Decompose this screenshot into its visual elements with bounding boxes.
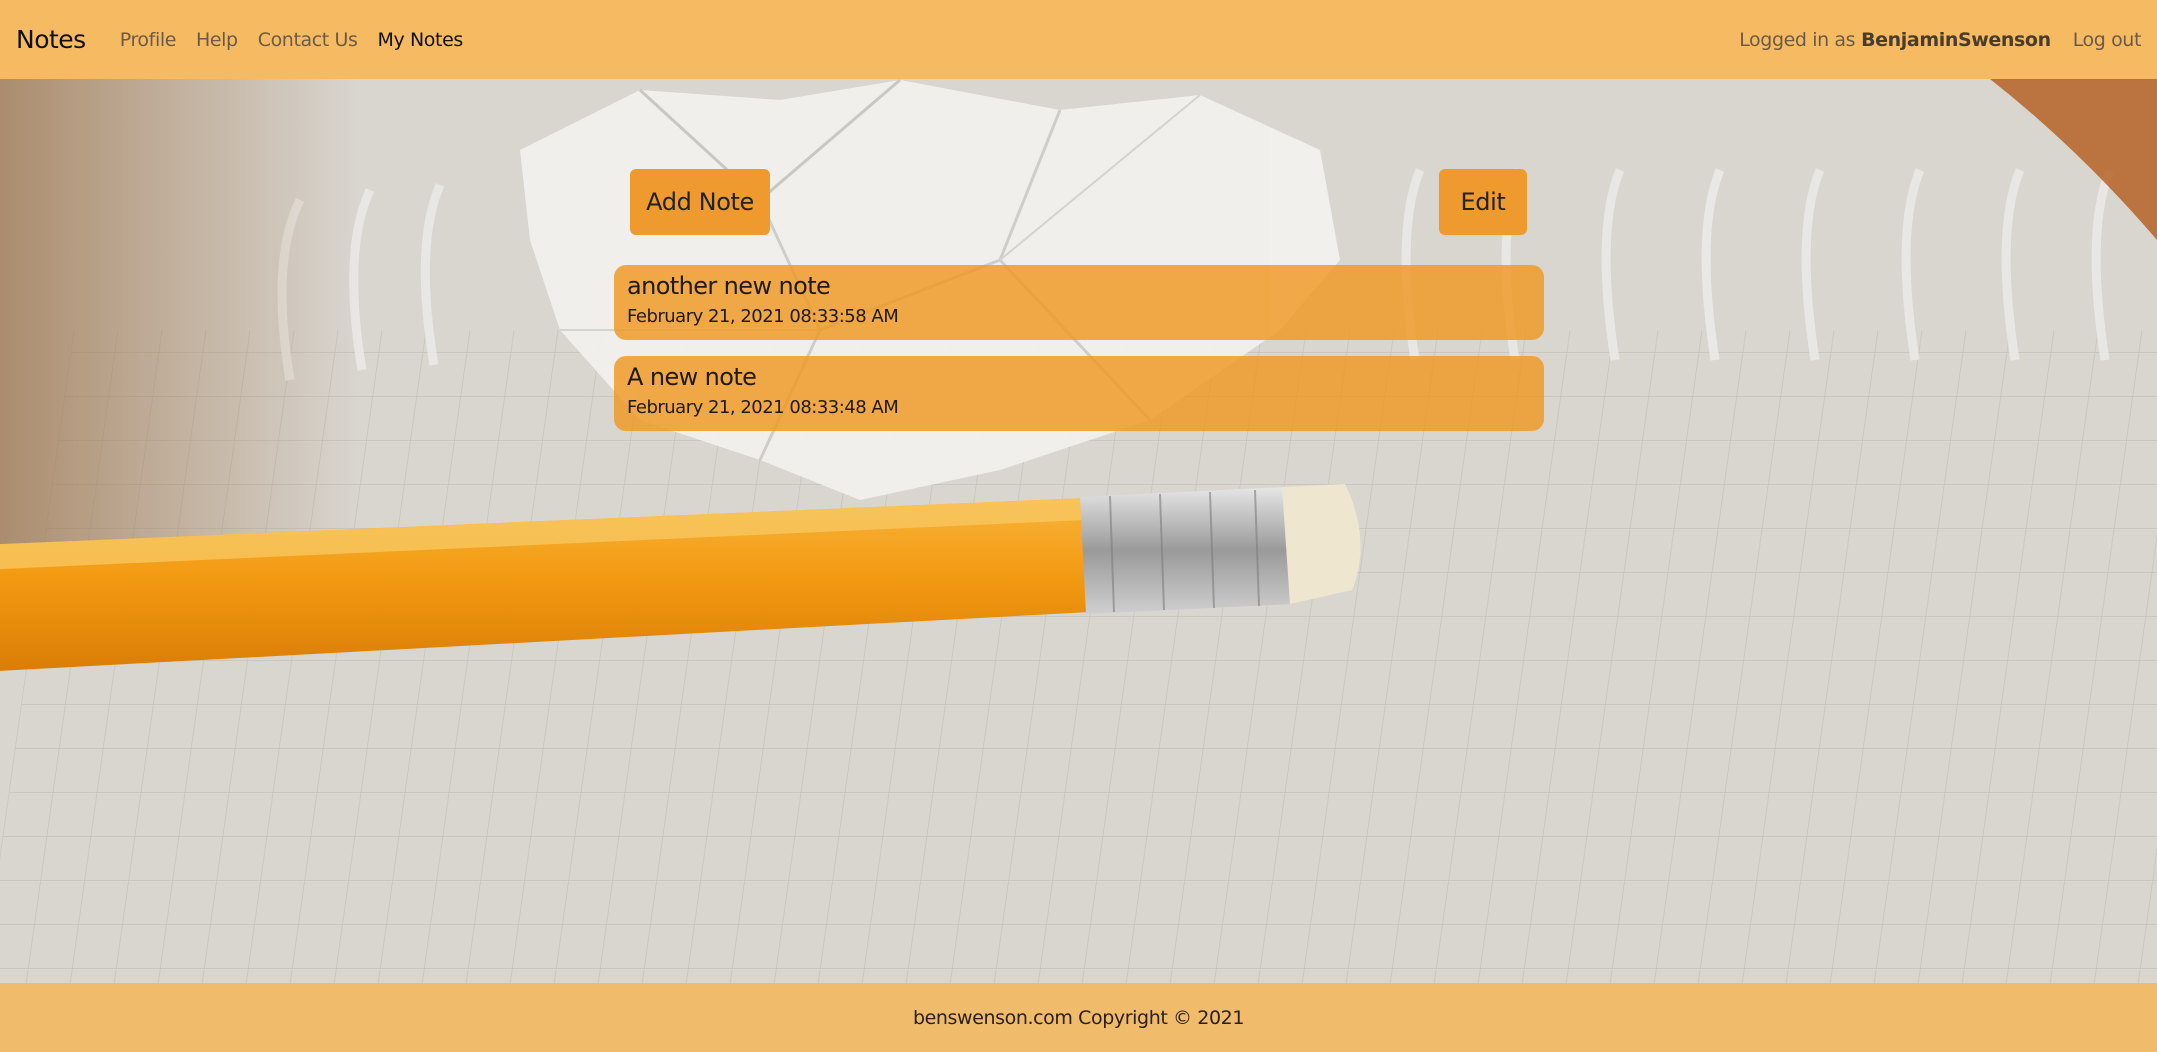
nav-link-help[interactable]: Help bbox=[196, 29, 238, 51]
edit-button[interactable]: Edit bbox=[1439, 169, 1527, 235]
note-date: February 21, 2021 08:33:48 AM bbox=[627, 397, 899, 418]
nav-link-my-notes[interactable]: My Notes bbox=[378, 29, 464, 51]
note-card[interactable]: another new note February 21, 2021 08:33… bbox=[614, 265, 1544, 340]
logout-link[interactable]: Log out bbox=[2073, 29, 2142, 51]
user-area: Logged in as BenjaminSwenson Log out bbox=[1739, 29, 2141, 51]
note-date: February 21, 2021 08:33:58 AM bbox=[627, 306, 899, 327]
nav-link-profile[interactable]: Profile bbox=[120, 29, 177, 51]
logged-in-label: Logged in as bbox=[1739, 28, 1856, 51]
navbar: Notes Profile Help Contact Us My Notes L… bbox=[0, 0, 2157, 79]
add-note-button[interactable]: Add Note bbox=[630, 169, 770, 235]
brand-logo[interactable]: Notes bbox=[16, 25, 86, 54]
copyright-text: benswenson.com Copyright © 2021 bbox=[912, 1006, 1245, 1029]
notes-content: Add Note Edit another new note February … bbox=[0, 79, 2157, 983]
footer: benswenson.com Copyright © 2021 bbox=[0, 983, 2157, 1052]
nav-link-contact-us[interactable]: Contact Us bbox=[258, 29, 358, 51]
note-title: another new note bbox=[627, 272, 831, 300]
note-title: A new note bbox=[627, 363, 757, 391]
username: BenjaminSwenson bbox=[1861, 28, 2051, 51]
note-card[interactable]: A new note February 21, 2021 08:33:48 AM bbox=[614, 356, 1544, 431]
